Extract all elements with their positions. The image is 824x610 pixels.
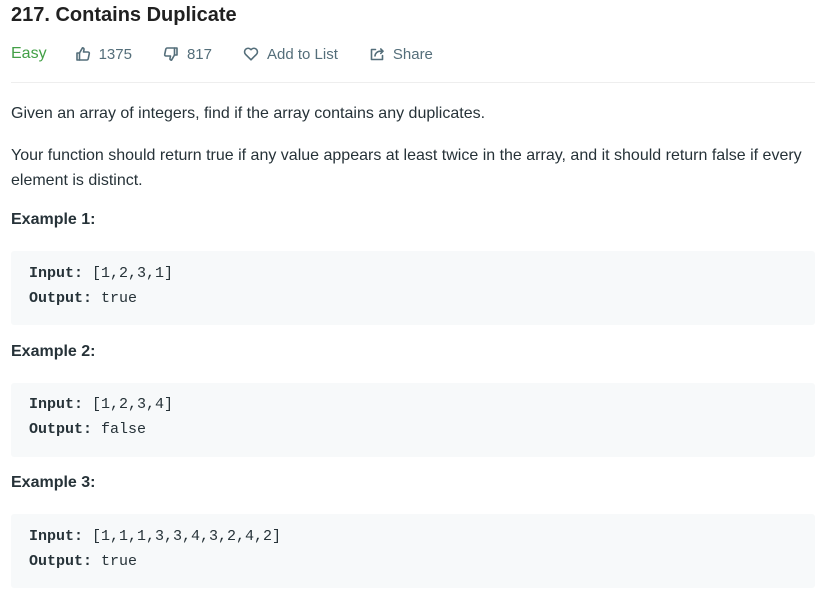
- input-value: [1,2,3,4]: [92, 396, 174, 413]
- example-title: Example 3:: [11, 474, 96, 491]
- output-label: Output:: [29, 421, 93, 438]
- difficulty-badge: Easy: [11, 45, 47, 62]
- problem-title: 217. Contains Duplicate: [11, 4, 237, 26]
- description-paragraph: Your function should return true if any …: [11, 147, 802, 189]
- share-icon: [370, 48, 384, 61]
- share-label: Share: [392, 45, 433, 63]
- output-value: true: [101, 290, 138, 307]
- heart-icon: [243, 47, 259, 61]
- example-code-block: Input: [1,2,3,4] Output: false: [11, 383, 815, 457]
- input-label: Input:: [29, 528, 84, 545]
- dislike-button[interactable]: 817: [163, 46, 212, 63]
- example-input-line: Input: [1,2,3,1]: [29, 265, 173, 282]
- share-button[interactable]: Share: [369, 46, 433, 63]
- description-paragraph: Given an array of integers, find if the …: [11, 105, 486, 122]
- output-label: Output:: [29, 290, 93, 307]
- input-value: [1,1,1,3,3,4,3,2,4,2]: [92, 528, 282, 545]
- output-label: Output:: [29, 553, 93, 570]
- output-value: true: [101, 553, 138, 570]
- example-title: Example 1:: [11, 211, 96, 228]
- input-label: Input:: [29, 396, 84, 413]
- like-count: 1375: [98, 45, 132, 63]
- dislike-count: 817: [186, 45, 212, 63]
- add-to-list-label: Add to List: [266, 45, 338, 63]
- like-button[interactable]: 1375: [75, 46, 132, 63]
- example-title: Example 2:: [11, 343, 96, 360]
- example-output-line: Output: true: [29, 290, 137, 307]
- example-input-line: Input: [1,1,1,3,3,4,3,2,4,2]: [29, 528, 281, 545]
- example-code-block: Input: [1,1,1,3,3,4,3,2,4,2] Output: tru…: [11, 514, 815, 588]
- problem-meta-bar: Easy 1375 817 Add to List Share: [11, 42, 464, 66]
- header-divider: [11, 82, 815, 83]
- example-code-block: Input: [1,2,3,1] Output: true: [11, 251, 815, 325]
- thumbs-down-icon: [163, 47, 178, 61]
- input-value: [1,2,3,1]: [92, 265, 174, 282]
- add-to-list-button[interactable]: Add to List: [243, 46, 338, 63]
- input-label: Input:: [29, 265, 84, 282]
- output-value: false: [101, 421, 147, 438]
- example-input-line: Input: [1,2,3,4]: [29, 396, 173, 413]
- thumbs-up-icon: [75, 47, 90, 61]
- example-output-line: Output: false: [29, 421, 146, 438]
- example-output-line: Output: true: [29, 553, 137, 570]
